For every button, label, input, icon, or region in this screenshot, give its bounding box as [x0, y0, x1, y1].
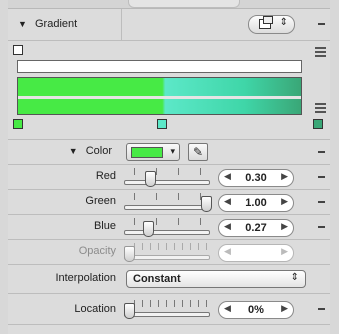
list-icon[interactable] [315, 47, 326, 61]
opacity-value-stepper: ◀ ▶ [218, 244, 294, 262]
param-label: Opacity [78, 245, 116, 257]
param-row-red: Red ◀ 0.30 ▶ [8, 165, 330, 190]
color-disclosure[interactable]: ▼ Color [69, 145, 112, 157]
remove-button[interactable] [318, 23, 325, 25]
interpolation-label: Interpolation [55, 272, 116, 284]
ghost-popup [128, 0, 240, 8]
green-slider[interactable] [124, 191, 212, 213]
remove-button[interactable] [318, 176, 325, 178]
slider-thumb [124, 246, 135, 262]
eyedropper-icon: ✎ [192, 145, 204, 159]
opacity-slider [124, 241, 210, 263]
remove-button[interactable] [318, 308, 325, 310]
param-label: Blue [93, 220, 116, 232]
color-tag-right[interactable] [313, 119, 323, 129]
disclosure-triangle-icon[interactable]: ▼ [18, 19, 27, 29]
red-slider[interactable] [124, 166, 210, 188]
column-divider [121, 9, 122, 40]
gradient-title: Gradient [34, 18, 78, 30]
decrement-arrow-icon: ◀ [224, 246, 231, 256]
gradient-header-row: ▼ Gradient ⇕ [8, 9, 330, 41]
color-swatch-button[interactable]: ▾ [126, 143, 180, 161]
slider-thumb[interactable] [145, 171, 156, 187]
slider-thumb[interactable] [124, 303, 135, 319]
gradient-editor [13, 45, 323, 135]
color-label: Color [85, 145, 112, 157]
gradient-editor-row [8, 41, 330, 140]
top-strip [8, 0, 330, 9]
red-value-stepper[interactable]: ◀ 0.30 ▶ [218, 169, 294, 187]
color-tag-middle[interactable] [157, 119, 167, 129]
chevron-down-icon: ▾ [170, 146, 175, 156]
remove-button[interactable] [318, 201, 325, 203]
increment-arrow-icon: ▶ [281, 246, 288, 256]
popup-arrows-icon: ⇕ [279, 17, 288, 28]
blue-slider[interactable] [124, 216, 210, 238]
increment-arrow-icon[interactable]: ▶ [281, 221, 288, 232]
interpolation-select[interactable]: Constant ⇕ [126, 270, 306, 288]
remove-button[interactable] [318, 151, 325, 153]
increment-arrow-icon[interactable]: ▶ [281, 196, 288, 207]
param-label: Red [95, 170, 116, 182]
location-value-stepper[interactable]: ◀ 0% ▶ [218, 301, 294, 319]
gradient-preset-popup[interactable]: ⇕ [248, 15, 295, 34]
opacity-bar[interactable] [17, 60, 302, 73]
param-row-opacity: Opacity ◀ ▶ [8, 240, 330, 265]
opacity-tag-marker[interactable] [13, 45, 23, 55]
color-row: ▼ Color ▾ ✎ [8, 140, 330, 165]
location-row: Location ◀ 0% ▶ [8, 294, 330, 325]
popup-arrows-icon: ⇕ [290, 272, 299, 283]
remove-button[interactable] [318, 226, 325, 228]
disclosure-triangle-icon[interactable]: ▼ [69, 146, 78, 156]
interpolation-value: Constant [133, 273, 181, 285]
inspector-panel: ▼ Gradient ⇕ ▼ Color ▾ ✎ Red ◀ 0.30 ▶ Gr… [8, 0, 330, 334]
increment-arrow-icon[interactable]: ▶ [281, 303, 288, 314]
param-row-blue: Blue ◀ 0.27 ▶ [8, 215, 330, 240]
gradient-disclosure[interactable]: ▼ Gradient [18, 18, 77, 30]
color-gradient-bar[interactable] [17, 77, 302, 115]
color-swatch [131, 147, 163, 158]
eyedropper-button[interactable]: ✎ [188, 143, 208, 161]
interpolation-row: Interpolation Constant ⇕ [8, 265, 330, 294]
param-label: Green [85, 195, 116, 207]
color-tag-left[interactable] [13, 119, 23, 129]
copy-icon [259, 16, 273, 29]
location-slider[interactable] [124, 298, 210, 320]
slider-thumb[interactable] [143, 221, 154, 237]
blue-value-stepper[interactable]: ◀ 0.27 ▶ [218, 219, 294, 237]
param-row-green: Green ◀ 1.00 ▶ [8, 190, 330, 215]
list-icon[interactable] [315, 103, 326, 117]
green-value-stepper[interactable]: ◀ 1.00 ▶ [218, 194, 294, 212]
location-label: Location [74, 303, 116, 315]
gradient-bar-divider [18, 96, 301, 99]
slider-thumb[interactable] [201, 196, 212, 212]
increment-arrow-icon[interactable]: ▶ [281, 171, 288, 182]
